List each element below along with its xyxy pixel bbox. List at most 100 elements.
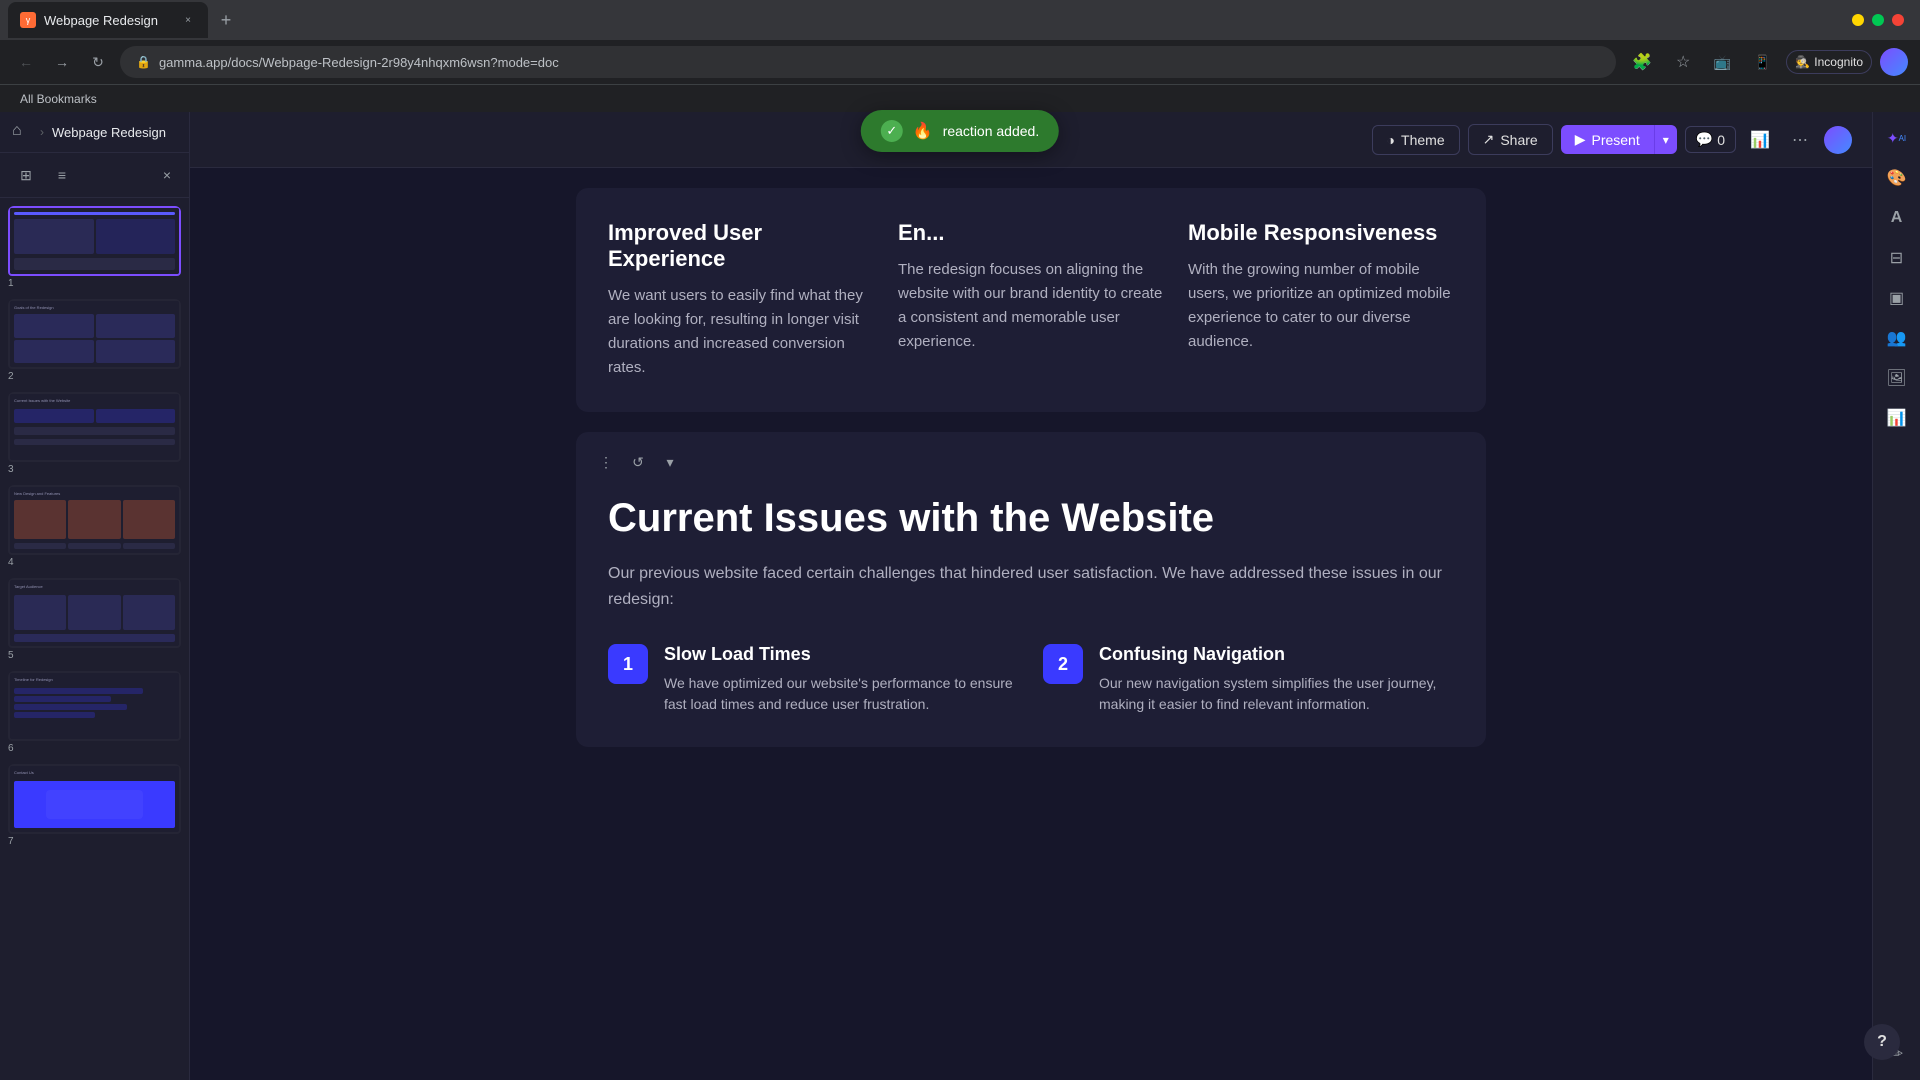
issue-item-2: 2 Confusing Navigation Our new navigatio… <box>1043 644 1454 715</box>
sidebar-header: ⌂ › Webpage Redesign <box>0 112 189 153</box>
goals-grid: Improved User Experience We want users t… <box>608 220 1454 380</box>
ux-section: Improved User Experience We want users t… <box>608 220 874 380</box>
back-button[interactable]: ← <box>12 48 40 76</box>
window-controls <box>1852 14 1912 26</box>
forward-button[interactable]: → <box>48 48 76 76</box>
issue-body-1: We have optimized our website's performa… <box>664 673 1019 715</box>
incognito-button[interactable]: 🕵 Incognito <box>1786 50 1872 74</box>
issues-title: Current Issues with the Website <box>608 496 1454 541</box>
slide-item[interactable]: Timeline for Redesign 6 <box>8 671 181 756</box>
comment-icon: 💬 <box>1696 131 1713 148</box>
issue-number-1: 1 <box>608 644 648 684</box>
slide-number: 2 <box>8 369 181 384</box>
toast-emoji: 🔥 <box>913 121 933 141</box>
slide-number: 5 <box>8 648 181 663</box>
list-view-button[interactable]: ≡ <box>48 161 76 189</box>
issue-content-1: Slow Load Times We have optimized our we… <box>664 644 1019 715</box>
slide-thumbnail: Current Issues with the Website <box>8 392 181 462</box>
tablet-button[interactable]: 📱 <box>1746 46 1778 78</box>
right-panel: ✦AI 🎨 A ⊟ ▣ 👥 🖼 📊 ✏ <box>1872 112 1920 1080</box>
slide-number: 3 <box>8 462 181 477</box>
analytics-button[interactable]: 📊 <box>1744 124 1776 156</box>
reload-button[interactable]: ↻ <box>84 48 112 76</box>
maximize-button[interactable] <box>1872 14 1884 26</box>
slides-panel: 1 Goals of the Redesign 2 <box>0 198 189 1080</box>
card-chevron-button[interactable]: ▾ <box>656 448 684 476</box>
card-toolbar: ⋮ ↺ ▾ <box>592 448 684 476</box>
issue-body-2: Our new navigation system simplifies the… <box>1099 673 1454 715</box>
slide-item[interactable]: Contact Us 7 <box>8 764 181 849</box>
comment-button[interactable]: 💬 0 <box>1685 126 1736 153</box>
toast-message: reaction added. <box>943 123 1040 139</box>
present-main-button[interactable]: ▶ Present <box>1561 125 1654 154</box>
present-icon: ▶ <box>1575 131 1586 148</box>
mobile-body: With the growing number of mobile users,… <box>1188 258 1454 354</box>
toast-notification: ✓ 🔥 reaction added. <box>861 110 1059 152</box>
slide-item[interactable]: Target Audience 5 <box>8 578 181 663</box>
slide-item[interactable]: Goals of the Redesign 2 <box>8 299 181 384</box>
color-button[interactable]: 🎨 <box>1879 160 1915 196</box>
tab-bar: γ Webpage Redesign × + <box>0 0 1920 40</box>
issue-item-1: 1 Slow Load Times We have optimized our … <box>608 644 1019 715</box>
address-bar-row: ← → ↻ 🔒 gamma.app/docs/Webpage-Redesign-… <box>0 40 1920 84</box>
browser-chrome: γ Webpage Redesign × + ← → ↻ 🔒 gamma.app… <box>0 0 1920 112</box>
toast-check-icon: ✓ <box>881 120 903 142</box>
people-button[interactable]: 👥 <box>1879 320 1915 356</box>
slide-thumbnail: Contact Us <box>8 764 181 834</box>
theme-icon: ◑ <box>1387 132 1395 148</box>
slide-thumbnail: Target Audience <box>8 578 181 648</box>
sidebar-controls: ⊞ ≡ × <box>0 153 189 198</box>
theme-button[interactable]: ◑ Theme <box>1372 125 1460 155</box>
issues-card: ⋮ ↺ ▾ Current Issues with the Website Ou… <box>576 432 1486 747</box>
close-sidebar-button[interactable]: × <box>157 165 177 185</box>
document-content: Improved User Experience We want users t… <box>556 168 1506 787</box>
grid-view-button[interactable]: ⊞ <box>12 161 40 189</box>
ux-body: We want users to easily find what they a… <box>608 284 874 380</box>
bookmarks-bar: All Bookmarks <box>0 84 1920 112</box>
cast-button[interactable]: 📺 <box>1706 46 1738 78</box>
extensions-button[interactable]: 🧩 <box>1624 48 1660 76</box>
home-icon[interactable]: ⌂ <box>12 122 32 142</box>
slide-thumbnail: Timeline for Redesign <box>8 671 181 741</box>
component-button[interactable]: ⊟ <box>1879 240 1915 276</box>
present-dropdown-button[interactable]: ▾ <box>1654 125 1677 154</box>
new-tab-button[interactable]: + <box>212 6 240 34</box>
chart-button[interactable]: 📊 <box>1879 400 1915 436</box>
slide-thumbnail <box>8 206 181 276</box>
slide-thumbnail: New Design and Features <box>8 485 181 555</box>
profile-avatar[interactable] <box>1880 48 1908 76</box>
address-bar[interactable]: 🔒 gamma.app/docs/Webpage-Redesign-2r98y4… <box>120 46 1616 78</box>
bookmark-button[interactable]: ☆ <box>1668 48 1698 76</box>
goals-card: Improved User Experience We want users t… <box>576 188 1486 412</box>
tab-close-button[interactable]: × <box>180 12 196 28</box>
close-window-button[interactable] <box>1892 14 1904 26</box>
tab-favicon: γ <box>20 12 36 28</box>
active-tab[interactable]: γ Webpage Redesign × <box>8 2 208 38</box>
all-bookmarks-label[interactable]: All Bookmarks <box>12 90 105 108</box>
minimize-button[interactable] <box>1852 14 1864 26</box>
mobile-title: Mobile Responsiveness <box>1188 220 1454 246</box>
slide-item[interactable]: Current Issues with the Website 3 <box>8 392 181 477</box>
text-format-button[interactable]: A <box>1879 200 1915 236</box>
ux-title: Improved User Experience <box>608 220 874 272</box>
share-button[interactable]: ↗ Share <box>1468 124 1553 155</box>
issues-grid: 1 Slow Load Times We have optimized our … <box>608 644 1454 715</box>
more-options-button[interactable]: ⋯ <box>1784 124 1816 156</box>
help-button[interactable]: ? <box>1864 1024 1900 1060</box>
issues-description: Our previous website faced certain chall… <box>608 561 1454 612</box>
image-button[interactable]: 🖼 <box>1879 360 1915 396</box>
card-dots-button[interactable]: ⋮ <box>592 448 620 476</box>
slide-item[interactable]: New Design and Features 4 <box>8 485 181 570</box>
slide-number: 1 <box>8 276 181 291</box>
user-avatar[interactable] <box>1824 126 1852 154</box>
slide-thumbnail: Goals of the Redesign <box>8 299 181 369</box>
slide-item[interactable]: 1 <box>8 206 181 291</box>
share-icon: ↗ <box>1483 131 1495 148</box>
brand-title: En... <box>898 220 1164 246</box>
ai-button[interactable]: ✦AI <box>1879 120 1915 156</box>
slide-number: 4 <box>8 555 181 570</box>
card-rotate-button[interactable]: ↺ <box>624 448 652 476</box>
issue-title-2: Confusing Navigation <box>1099 644 1454 665</box>
layout-button[interactable]: ▣ <box>1879 280 1915 316</box>
slide-number: 7 <box>8 834 181 849</box>
